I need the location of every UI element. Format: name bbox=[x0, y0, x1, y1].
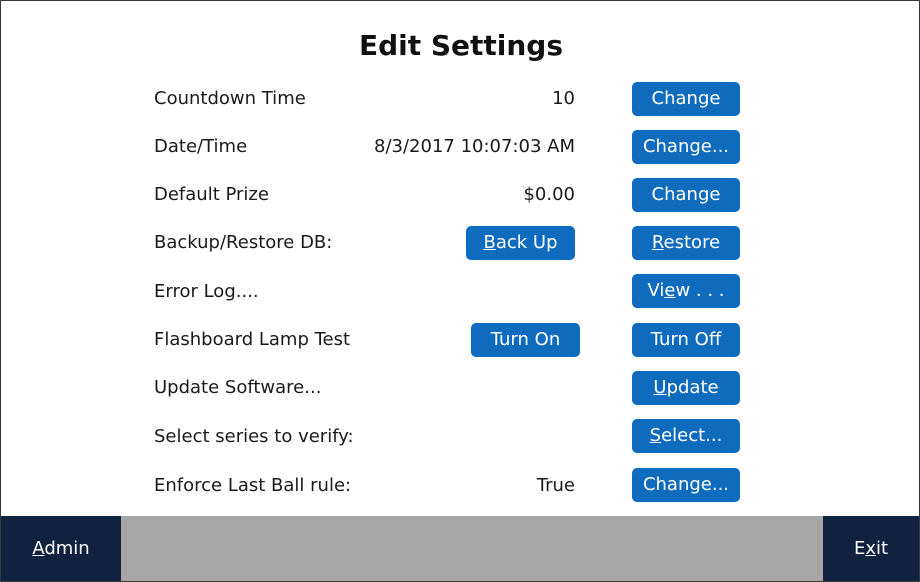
default-prize-value: $0.00 bbox=[523, 184, 575, 205]
backup-button[interactable]: Back Up bbox=[466, 226, 575, 260]
change-countdown-button[interactable]: Change bbox=[632, 82, 740, 116]
bottom-bar: Admin Exit bbox=[1, 516, 919, 581]
datetime-value: 8/3/2017 10:07:03 AM bbox=[374, 136, 575, 157]
change-prize-button[interactable]: Change bbox=[632, 178, 740, 212]
view-button-post: w . . . bbox=[675, 280, 725, 301]
restore-access-key: R bbox=[651, 232, 664, 253]
settings-window: Edit Settings Countdown Time 10 Change D… bbox=[0, 0, 920, 582]
select-access-key: S bbox=[649, 425, 662, 446]
last-ball-rule-value: True bbox=[536, 475, 575, 496]
page-title: Edit Settings bbox=[358, 29, 564, 62]
turn-on-button[interactable]: Turn On bbox=[471, 323, 580, 357]
default-prize-label: Default Prize bbox=[154, 184, 269, 205]
update-button-label: pdate bbox=[666, 377, 719, 398]
update-button[interactable]: Update bbox=[632, 371, 740, 405]
admin-access-key: A bbox=[32, 538, 45, 559]
view-access-key: e bbox=[664, 280, 676, 301]
exit-button[interactable]: Exit bbox=[823, 516, 919, 581]
exit-button-pre: E bbox=[853, 538, 866, 559]
backup-access-key: B bbox=[483, 232, 496, 253]
countdown-time-value: 10 bbox=[552, 88, 575, 109]
error-log-label: Error Log.... bbox=[154, 281, 259, 302]
lamp-test-label: Flashboard Lamp Test bbox=[154, 329, 351, 350]
turn-off-button[interactable]: Turn Off bbox=[632, 323, 740, 357]
last-ball-rule-label: Enforce Last Ball rule: bbox=[154, 475, 352, 496]
select-series-label: Select series to verify: bbox=[154, 426, 354, 447]
update-software-label: Update Software... bbox=[154, 377, 322, 398]
change-datetime-button[interactable]: Change... bbox=[632, 130, 740, 164]
restore-button-label: estore bbox=[663, 232, 721, 253]
view-error-log-button[interactable]: View . . . bbox=[632, 274, 740, 308]
datetime-label: Date/Time bbox=[154, 136, 248, 157]
exit-access-key: x bbox=[865, 538, 876, 559]
admin-button[interactable]: Admin bbox=[1, 516, 121, 581]
update-access-key: U bbox=[653, 377, 667, 398]
select-button-label: elect... bbox=[661, 425, 723, 446]
backup-restore-label: Backup/Restore DB: bbox=[154, 232, 333, 253]
backup-button-label: ack Up bbox=[495, 232, 558, 253]
select-series-button[interactable]: Select... bbox=[632, 419, 740, 453]
restore-button[interactable]: Restore bbox=[632, 226, 740, 260]
view-button-pre: Vi bbox=[647, 280, 665, 301]
admin-button-label: dmin bbox=[44, 538, 90, 559]
exit-button-post: it bbox=[875, 538, 889, 559]
countdown-time-label: Countdown Time bbox=[154, 88, 306, 109]
change-last-ball-button[interactable]: Change... bbox=[632, 468, 740, 502]
